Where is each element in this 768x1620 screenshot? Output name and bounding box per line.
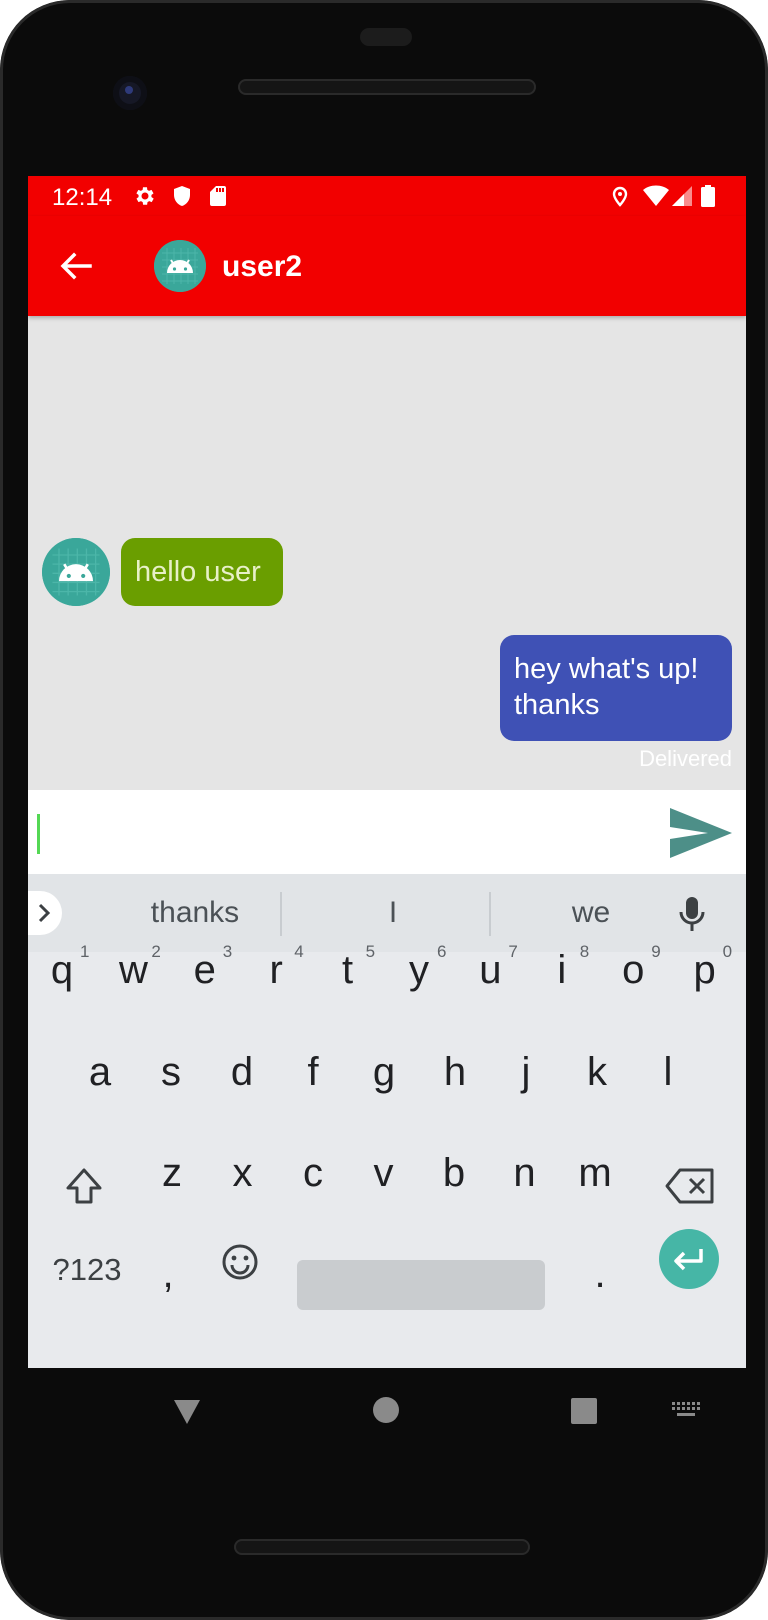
emoji-icon[interactable] [220, 1242, 260, 1282]
android-icon [42, 538, 110, 606]
front-camera [113, 76, 147, 110]
suggestion-1[interactable]: thanks [120, 896, 270, 930]
screen: 12:14 user2 hello user hey what's up! th… [28, 176, 746, 1368]
wifi-icon [643, 185, 669, 206]
sender-avatar [42, 538, 110, 606]
enter-icon [674, 1249, 703, 1271]
expand-suggestions-button[interactable] [28, 891, 62, 935]
app-bar: user2 [28, 216, 746, 316]
bottom-speaker [234, 1539, 530, 1555]
key-n[interactable]: n [493, 1151, 557, 1196]
shift-icon[interactable] [62, 1164, 106, 1208]
battery-icon [701, 185, 715, 207]
notch [360, 28, 412, 46]
symbols-key[interactable]: ?123 [42, 1252, 132, 1288]
key-c[interactable]: c [281, 1151, 345, 1196]
home-nav-icon[interactable] [372, 1396, 400, 1424]
key-hint-y: 6 [437, 942, 447, 961]
key-x[interactable]: x [211, 1151, 275, 1196]
message-text: hello user [135, 556, 261, 588]
message-input[interactable] [28, 790, 746, 874]
key-hint-w: 2 [151, 942, 161, 961]
send-icon[interactable] [668, 806, 734, 860]
status-bar: 12:14 [28, 176, 746, 216]
key-f[interactable]: f [281, 1050, 345, 1095]
key-hint-p: 0 [722, 942, 733, 961]
divider [280, 892, 282, 936]
key-hint-t: 5 [365, 942, 376, 961]
key-hint-e: 3 [222, 942, 233, 961]
spacebar[interactable] [297, 1260, 545, 1310]
keyboard: thanks I we ?123 , . q 1 w 2 e 3 r 4 t 5… [28, 874, 746, 1368]
key-hint-o: 9 [651, 942, 661, 961]
suggestion-3[interactable]: we [516, 896, 666, 930]
key-a[interactable]: a [68, 1050, 132, 1095]
key-g[interactable]: g [352, 1050, 416, 1095]
android-icon [154, 240, 206, 292]
delivery-status: Delivered [639, 746, 732, 771]
outgoing-message-bubble[interactable]: hey what's up! thanks [500, 635, 732, 741]
key-j[interactable]: j [494, 1050, 558, 1095]
text-cursor [37, 814, 40, 854]
backspace-icon[interactable] [664, 1166, 716, 1206]
shield-icon [174, 186, 190, 206]
key-b[interactable]: b [422, 1151, 486, 1196]
back-nav-icon[interactable] [172, 1398, 202, 1426]
key-hint-q: 1 [80, 942, 90, 961]
incoming-message-bubble[interactable]: hello user [121, 538, 283, 606]
suggestion-2[interactable]: I [318, 896, 468, 930]
key-z[interactable]: z [140, 1151, 204, 1196]
suggestion-strip: thanks I we [28, 874, 746, 952]
key-s[interactable]: s [139, 1050, 203, 1095]
enter-key[interactable] [659, 1229, 719, 1289]
key-m[interactable]: m [563, 1151, 627, 1196]
comma-key[interactable]: , [136, 1252, 200, 1297]
key-hint-i: 8 [579, 942, 590, 961]
chevron-right-icon [38, 903, 51, 923]
period-key[interactable]: . [568, 1252, 632, 1297]
earpiece-speaker [238, 79, 536, 95]
cellular-signal-icon [672, 186, 692, 206]
key-hint-r: 4 [294, 942, 304, 961]
phone-frame: 12:14 user2 hello user hey what's up! th… [0, 0, 768, 1620]
avatar[interactable] [154, 240, 206, 292]
settings-gear-icon [136, 187, 154, 205]
location-icon [612, 186, 628, 207]
sd-card-icon [210, 186, 226, 206]
arrow-back-icon[interactable] [54, 244, 98, 288]
recents-nav-icon[interactable] [570, 1397, 598, 1425]
key-l[interactable]: l [636, 1050, 700, 1095]
message-text: hey what's up! thanks [514, 653, 699, 721]
key-v[interactable]: v [352, 1151, 416, 1196]
key-d[interactable]: d [210, 1050, 274, 1095]
key-h[interactable]: h [423, 1050, 487, 1095]
divider [489, 892, 491, 936]
microphone-icon[interactable] [678, 896, 706, 932]
key-k[interactable]: k [565, 1050, 629, 1095]
page-title: user2 [222, 250, 303, 283]
key-hint-u: 7 [508, 942, 518, 961]
keyboard-switch-icon[interactable] [672, 1402, 700, 1418]
status-time: 12:14 [52, 184, 113, 211]
